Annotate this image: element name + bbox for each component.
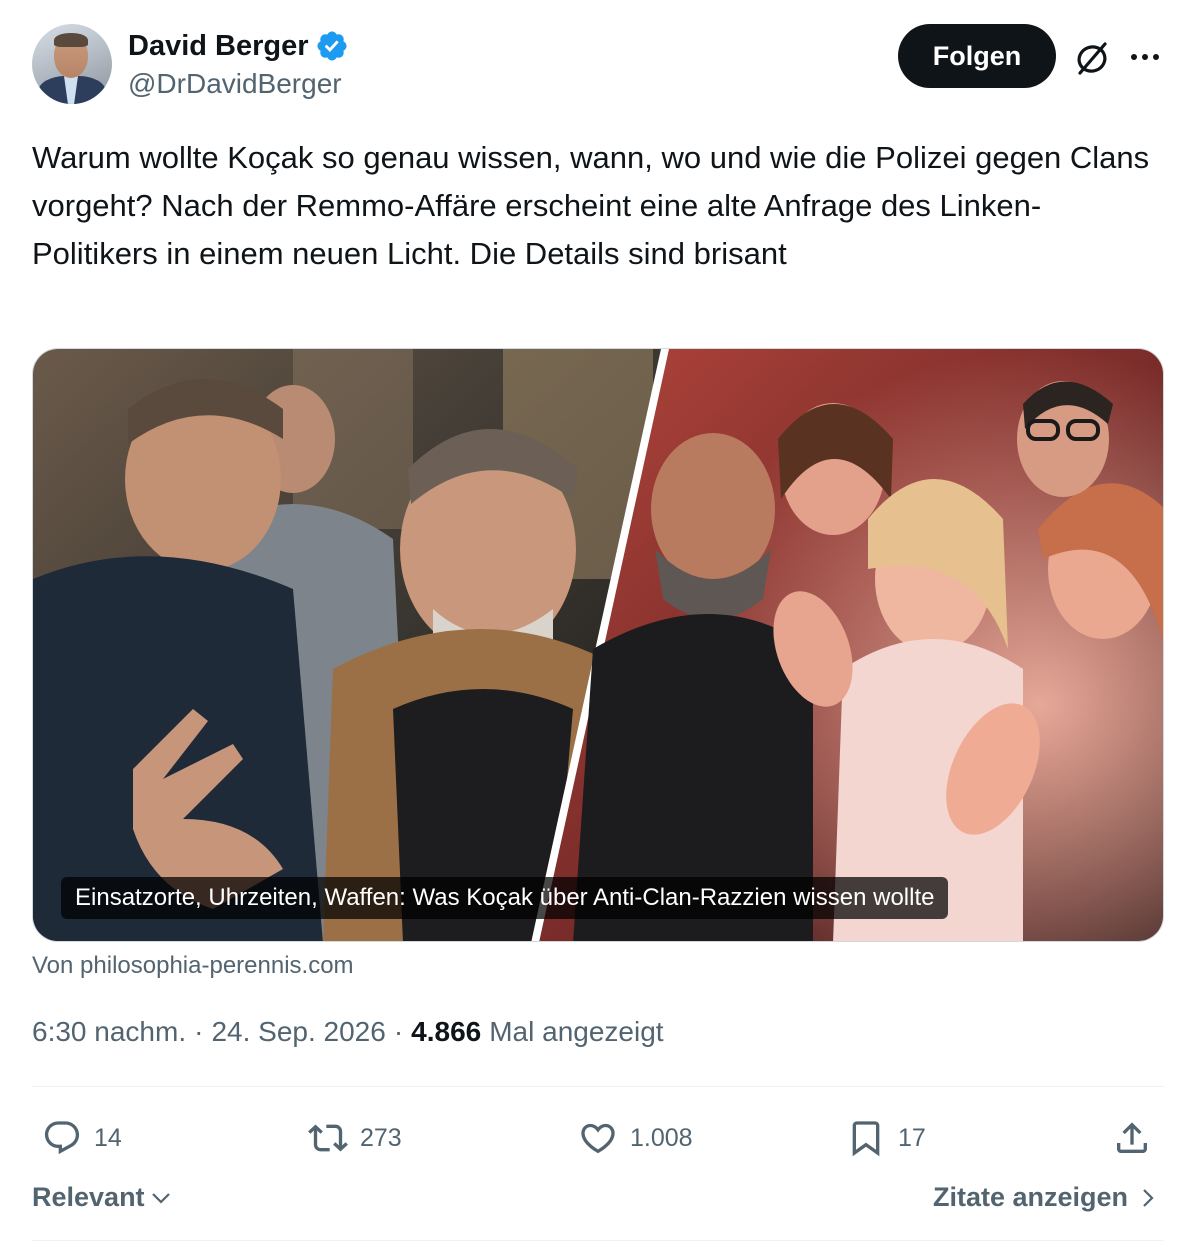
share-button[interactable] (1112, 1112, 1152, 1164)
more-icon[interactable] (1126, 40, 1164, 74)
link-card[interactable]: Einsatzorte, Uhrzeiten, Waffen: Was Koça… (32, 348, 1164, 942)
author-handle[interactable]: @DrDavidBerger (128, 68, 342, 100)
reply-button[interactable]: 14 (42, 1112, 122, 1164)
heart-icon (581, 1123, 615, 1154)
reply-icon (44, 1121, 80, 1155)
views-count: 4.866 (411, 1016, 482, 1047)
card-title[interactable]: Einsatzorte, Uhrzeiten, Waffen: Was Koça… (61, 877, 949, 919)
sort-dropdown[interactable]: Relevant (32, 1182, 173, 1213)
tweet-time[interactable]: 6:30 nachm. (32, 1016, 186, 1048)
tweet-date[interactable]: 24. Sep. 2026 (211, 1016, 385, 1048)
meta-separator: · (393, 1016, 404, 1047)
bookmark-button[interactable]: 17 (846, 1112, 926, 1164)
share-icon (1117, 1122, 1147, 1153)
follow-button[interactable]: Folgen (898, 24, 1056, 88)
like-count: 1.008 (630, 1123, 693, 1152)
bookmark-count: 17 (898, 1123, 926, 1152)
repost-count: 273 (360, 1123, 402, 1152)
card-source[interactable]: Von philosophia-perennis.com (32, 952, 354, 980)
grok-icon[interactable] (1072, 38, 1112, 78)
author-name[interactable]: David Berger (128, 30, 309, 63)
view-quotes-link[interactable]: Zitate anzeigen (933, 1182, 1158, 1213)
repost-button[interactable]: 273 (308, 1112, 402, 1164)
bookmark-icon (852, 1121, 880, 1157)
chevron-down-icon (151, 1192, 170, 1204)
verified-badge-icon[interactable] (315, 29, 349, 63)
tweet-text: Warum wollte Koçak so genau wissen, wann… (32, 140, 1150, 271)
action-bar: 14 273 1.008 17 (32, 1112, 1164, 1164)
sort-label: Relevant (32, 1182, 145, 1212)
author-name-row[interactable]: David Berger (128, 26, 349, 66)
reply-count: 14 (94, 1123, 122, 1152)
tweet-meta: 6:30 nachm. · 24. Sep. 2026 · 4.866 Mal … (32, 1016, 664, 1048)
repost-icon (308, 1124, 348, 1152)
avatar[interactable] (32, 24, 112, 104)
chevron-right-icon (1143, 1188, 1154, 1207)
views-label: Mal angezeigt (489, 1016, 664, 1047)
like-button[interactable]: 1.008 (578, 1112, 693, 1164)
card-photo (33, 349, 1163, 941)
meta-separator: · (194, 1016, 204, 1047)
divider (32, 1086, 1164, 1087)
replies-footer: Relevant Zitate anzeigen (32, 1178, 1164, 1222)
avatar-hair (54, 33, 88, 47)
quotes-label: Zitate anzeigen (932, 1182, 1128, 1212)
divider (32, 1240, 1164, 1241)
tweet-header: David Berger @DrDavidBerger Folgen (32, 24, 1164, 106)
